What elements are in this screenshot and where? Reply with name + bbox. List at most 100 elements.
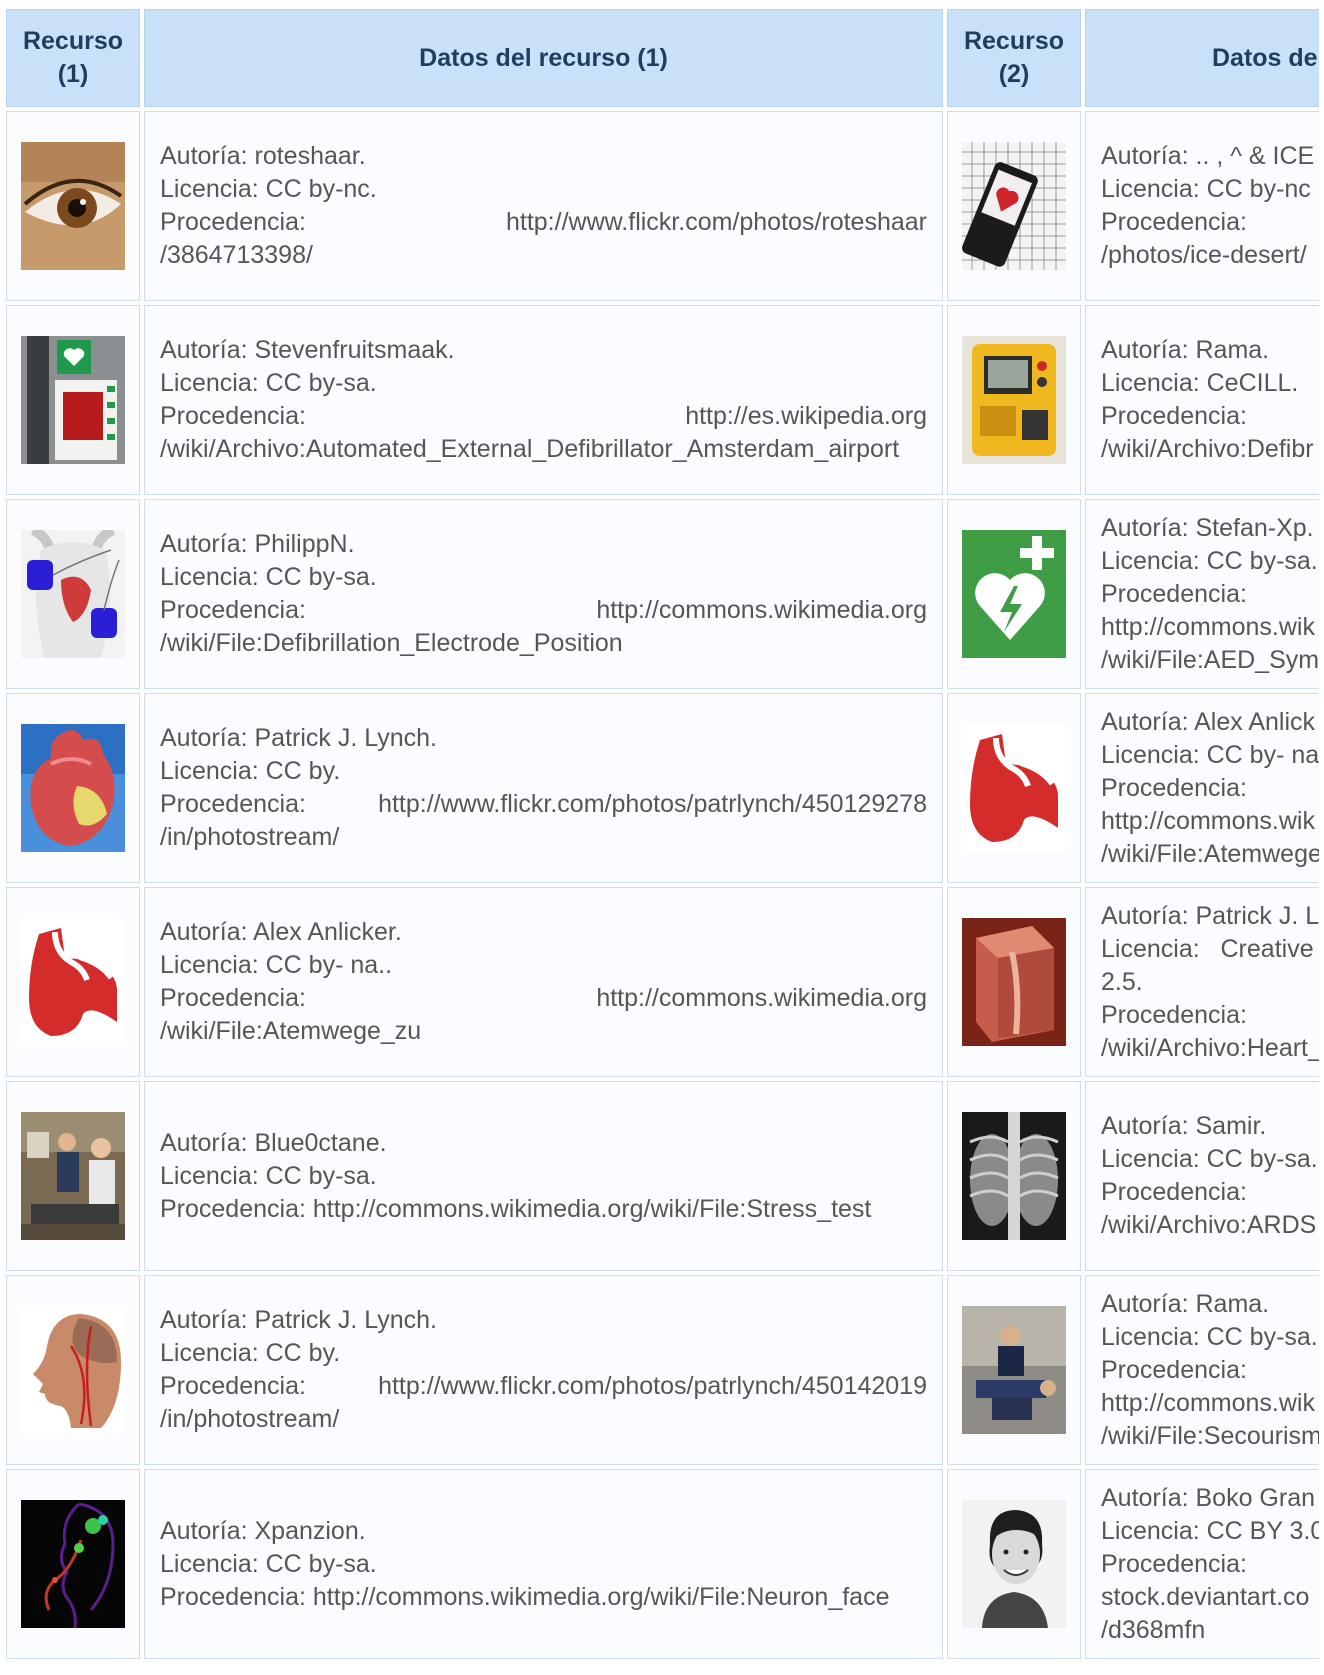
resource-data-cell: Autoría: Boko Gran Licencia: CC BY 3.0 P…: [1085, 1469, 1319, 1659]
procedencia-url[interactable]: /wiki/Archivo:Defibr: [1101, 433, 1319, 466]
resource-image-cell: [947, 887, 1081, 1077]
header-recurso-1: Recurso (1): [6, 9, 140, 107]
autoria-text: Autoría: Samir.: [1101, 1112, 1267, 1140]
resource-data-cell: Autoría: Patrick J. Lynch. Licencia: CC …: [144, 693, 943, 883]
heart-tissue-icon: [962, 918, 1066, 1046]
procedencia-label: Procedencia:: [1101, 1000, 1247, 1029]
procedencia-url-continued[interactable]: /wiki/File:Secourism: [1101, 1420, 1319, 1453]
autoria-text: Autoría: Rama.: [1101, 336, 1270, 364]
neuron-face-icon: [21, 1500, 125, 1628]
procedencia-url[interactable]: Procedencia: http://commons.wikimedia.or…: [160, 1193, 927, 1226]
resource-data-cell: Autoría: Patrick J. L Licencia: Creative…: [1085, 887, 1319, 1077]
resource-data-cell: Autoría: Stefan-Xp. Licencia: CC by-sa. …: [1085, 499, 1319, 689]
procedencia-label: Procedencia:: [1101, 1355, 1247, 1384]
procedencia-url[interactable]: http://commons.wik: [1101, 805, 1319, 838]
licencia-text: Licencia: CC by-nc.: [160, 175, 377, 203]
procedencia-label: Procedencia:: [1101, 773, 1247, 802]
header-recurso-2: Recurso (2): [947, 9, 1081, 107]
table-row: Autoría: Blue0ctane. Licencia: CC by-sa.…: [6, 1081, 1319, 1271]
procedencia-url-continued[interactable]: /wiki/Archivo:Automated_External_Defibri…: [160, 433, 927, 466]
procedencia-url[interactable]: http://www.flickr.com/photos/patrlynch/4…: [378, 790, 927, 818]
head-anatomy-icon: [21, 1306, 125, 1434]
procedencia-label: Procedencia:: [1101, 208, 1247, 236]
procedencia-label: Procedencia:: [160, 1372, 306, 1400]
autoria-text: Autoría: Patrick J. Lynch.: [160, 1306, 437, 1334]
resource-data-cell: Autoría: Patrick J. Lynch. Licencia: CC …: [144, 1275, 943, 1465]
procedencia-label: Procedencia:: [1101, 1178, 1247, 1206]
procedencia-url-continued[interactable]: /d368mfn: [1101, 1614, 1319, 1647]
autoria-text: Autoría: .. , ^ & ICE: [1101, 142, 1315, 170]
procedencia-label: Procedencia:: [160, 984, 306, 1012]
resource-image-cell: [947, 499, 1081, 689]
resource-data-cell: Autoría: Alex Anlick Licencia: CC by- na…: [1085, 693, 1319, 883]
procedencia-url[interactable]: Procedencia: http://commons.wikimedia.or…: [160, 1581, 927, 1614]
autoria-text: Autoría: Patrick J. L: [1101, 901, 1319, 930]
resource-image-cell: [947, 693, 1081, 883]
procedencia-url[interactable]: http://commons.wik: [1101, 611, 1319, 644]
resource-data-cell: Autoría: PhilippN. Licencia: CC by-sa. P…: [144, 499, 943, 689]
licencia-text: Licencia: CC by.: [160, 757, 341, 785]
stress-test-photo-icon: [21, 1112, 125, 1240]
licencia-text: Licencia: CeCILL.: [1101, 369, 1299, 397]
licencia-text: Licencia: CC BY 3.0: [1101, 1516, 1319, 1545]
procedencia-line: Procedencia: http://commons.wikimedia.or…: [160, 982, 927, 1015]
chest-xray-icon: [962, 1112, 1066, 1240]
header-datos-2: Datos del recurso (2): [1085, 9, 1319, 107]
procedencia-url[interactable]: http://commons.wikimedia.org: [596, 596, 927, 624]
autoria-text: Autoría: Blue0ctane.: [160, 1128, 387, 1157]
procedencia-url-continued[interactable]: /wiki/File:Atemwege: [1101, 838, 1319, 871]
procedencia-label: Procedencia:: [160, 596, 306, 624]
resource-image-cell: [947, 111, 1081, 301]
licencia-text: Licencia: CC by-sa.: [160, 563, 377, 591]
procedencia-line: Procedencia: http://www.flickr.com/photo…: [160, 206, 927, 239]
procedencia-url-continued[interactable]: /wiki/File:Atemwege_zu: [160, 1015, 927, 1048]
resource-data-cell: Autoría: Alex Anlicker. Licencia: CC by-…: [144, 887, 943, 1077]
procedencia-url[interactable]: http://es.wikipedia.org: [685, 402, 927, 430]
autoria-text: Autoría: Xpanzion.: [160, 1516, 366, 1545]
procedencia-url[interactable]: /wiki/Archivo:ARDS: [1101, 1209, 1319, 1242]
procedencia-url-continued[interactable]: /in/photostream/: [160, 1403, 927, 1436]
procedencia-url[interactable]: stock.deviantart.co: [1101, 1581, 1319, 1614]
procedencia-url[interactable]: http://commons.wikimedia.org: [596, 984, 927, 1012]
procedencia-url[interactable]: http://www.flickr.com/photos/patrlynch/4…: [378, 1372, 927, 1400]
phone-heart-photo-icon: [962, 142, 1066, 270]
procedencia-url[interactable]: /wiki/Archivo:Heart_: [1101, 1032, 1319, 1065]
licencia-text: Licencia: CC by- na: [1101, 740, 1319, 769]
resource-image-cell: [6, 111, 140, 301]
licencia-text: Licencia: Creative: [1101, 934, 1314, 963]
procedencia-url[interactable]: http://commons.wik: [1101, 1387, 1319, 1420]
procedencia-url-continued[interactable]: /in/photostream/: [160, 821, 927, 854]
resource-data-cell: Autoría: Xpanzion. Licencia: CC by-sa. P…: [144, 1469, 943, 1659]
licencia-text: Licencia: CC by- na..: [160, 951, 393, 979]
procedencia-url[interactable]: http://www.flickr.com/photos/roteshaar: [506, 208, 927, 236]
resource-image-cell: [6, 1469, 140, 1659]
rescue-scene-photo-icon: [962, 1306, 1066, 1434]
procedencia-url-continued[interactable]: /3864713398/: [160, 239, 927, 272]
table-row: Autoría: Patrick J. Lynch. Licencia: CC …: [6, 1275, 1319, 1465]
procedencia-url[interactable]: /photos/ice-desert/: [1101, 239, 1319, 272]
procedencia-label: Procedencia:: [160, 208, 306, 236]
resource-data-cell: Autoría: Blue0ctane. Licencia: CC by-sa.…: [144, 1081, 943, 1271]
airway-diagram-icon: [962, 724, 1066, 852]
resource-image-cell: [947, 1469, 1081, 1659]
resources-table: Recurso (1) Datos del recurso (1) Recurs…: [6, 9, 1319, 1663]
header-datos-1: Datos del recurso (1): [144, 9, 943, 107]
procedencia-label: Procedencia:: [1101, 402, 1247, 430]
procedencia-url-continued[interactable]: /wiki/File:Defibrillation_Electrode_Posi…: [160, 627, 927, 660]
resources-table-viewport: Recurso (1) Datos del recurso (1) Recurs…: [6, 9, 1319, 1675]
licencia-text: Licencia: CC by-nc: [1101, 175, 1311, 203]
heart-anatomy-icon: [21, 724, 125, 852]
licencia-text: Licencia: CC by-sa.: [160, 1161, 377, 1190]
eye-photo-icon: [21, 142, 125, 270]
resource-image-cell: [947, 1275, 1081, 1465]
table-row: Autoría: PhilippN. Licencia: CC by-sa. P…: [6, 499, 1319, 689]
procedencia-url-continued[interactable]: /wiki/File:AED_Sym: [1101, 644, 1319, 677]
autoria-text: Autoría: Boko Gran: [1101, 1483, 1316, 1512]
resource-image-cell: [947, 305, 1081, 495]
resource-image-cell: [6, 887, 140, 1077]
table-row: Autoría: roteshaar. Licencia: CC by-nc. …: [6, 111, 1319, 301]
procedencia-line: Procedencia: http://es.wikipedia.org: [160, 400, 927, 433]
autoria-text: Autoría: PhilippN.: [160, 530, 355, 558]
table-row: Autoría: Xpanzion. Licencia: CC by-sa. P…: [6, 1469, 1319, 1659]
resource-image-cell: [6, 499, 140, 689]
